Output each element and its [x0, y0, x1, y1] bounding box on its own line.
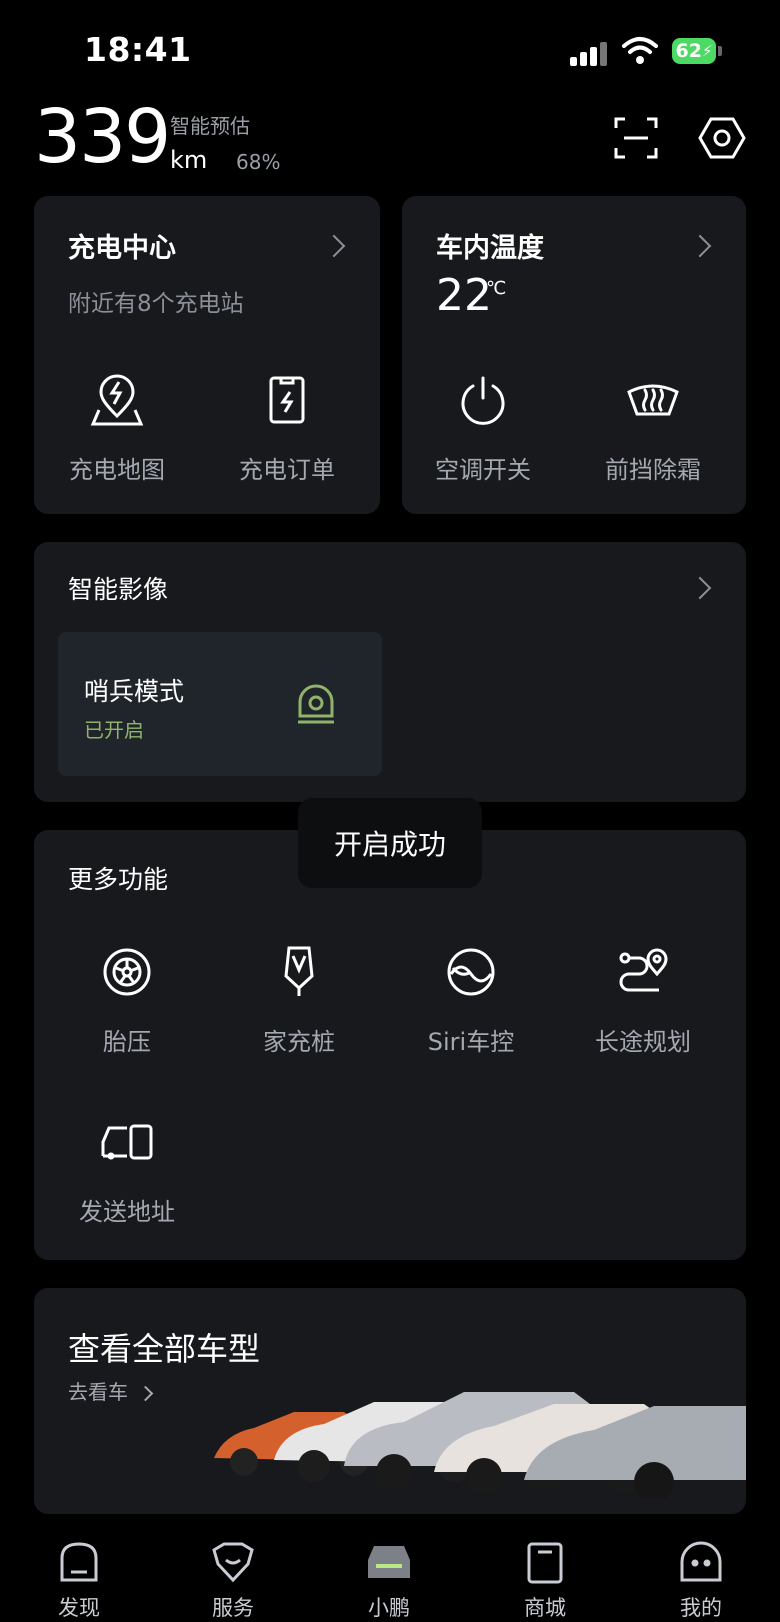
tab-service[interactable]: 服务: [178, 1520, 288, 1622]
scan-icon[interactable]: [614, 116, 658, 160]
home-charger-icon: [284, 946, 314, 996]
charging-bolt-icon: ⚡: [701, 42, 713, 60]
tab-mall[interactable]: 商城: [490, 1520, 600, 1622]
smart-imaging-title: 智能影像: [68, 575, 169, 604]
settings-icon[interactable]: [698, 114, 746, 162]
charging-map-label: 充电地图: [69, 456, 165, 484]
home-charger-label: 家充桩: [263, 1028, 335, 1056]
tab-discover[interactable]: 发现: [24, 1520, 134, 1622]
cabin-temperature-card[interactable]: 车内温度 22 ℃ 空调开关 前挡除霜: [402, 196, 746, 514]
long-trip-planning-button[interactable]: 长途规划: [558, 944, 728, 1057]
siri-control-button[interactable]: Siri车控: [386, 944, 556, 1057]
sentry-mode-title: 哨兵模式: [84, 677, 185, 706]
car-lineup-image: [214, 1392, 746, 1498]
wifi-icon: [622, 37, 658, 64]
charging-map-icon: [90, 374, 144, 426]
long-trip-planning-label: 长途规划: [595, 1028, 691, 1056]
charging-order-label: 充电订单: [239, 456, 335, 484]
chevron-right-icon: [322, 234, 346, 258]
range-estimate-label: 智能预估: [170, 114, 250, 138]
mall-icon: [527, 1542, 563, 1584]
tab-me-label: 我的: [680, 1596, 722, 1620]
battery-level: 62: [675, 40, 702, 62]
ac-power-label: 空调开关: [435, 456, 531, 484]
sentry-mode-tile[interactable]: 哨兵模式 已开启: [58, 632, 382, 776]
cellular-signal-icon: [570, 40, 608, 66]
more-features-card: 更多功能 胎压 家充桩 Siri车控 长途规划 发送地址: [34, 830, 746, 1260]
chevron-right-icon: [138, 1385, 154, 1402]
charging-order-button[interactable]: 充电订单: [212, 372, 362, 485]
all-models-card[interactable]: 查看全部车型 去看车: [34, 1288, 746, 1514]
temperature-unit: ℃: [486, 278, 507, 299]
range-unit: km: [170, 146, 208, 174]
cabin-temperature-value: 22: [436, 270, 492, 321]
tab-xpeng-label: 小鹏: [368, 1596, 410, 1620]
battery-indicator: 62 ⚡: [672, 38, 716, 64]
defrost-icon: [627, 384, 679, 416]
profile-icon: [680, 1541, 722, 1582]
sentry-camera-icon: [298, 684, 334, 724]
send-address-label: 发送地址: [79, 1198, 175, 1226]
car-icon: [368, 1546, 410, 1578]
tab-xpeng[interactable]: 小鹏: [334, 1520, 444, 1622]
siri-control-label: Siri车控: [427, 1028, 515, 1056]
more-features-title: 更多功能: [68, 865, 169, 894]
tire-pressure-label: 胎压: [103, 1028, 151, 1056]
service-icon: [212, 1542, 254, 1583]
tire-pressure-button[interactable]: 胎压: [42, 944, 212, 1057]
battery-tip: [718, 46, 722, 56]
discover-icon: [60, 1542, 98, 1582]
home-charger-button[interactable]: 家充桩: [214, 944, 384, 1057]
cabin-temperature-title: 车内温度: [436, 233, 544, 264]
chevron-right-icon: [688, 234, 712, 258]
charging-order-icon: [269, 376, 305, 424]
status-time: 18:41: [84, 30, 192, 69]
power-icon: [461, 376, 505, 425]
tab-me[interactable]: 我的: [646, 1520, 756, 1622]
charging-subtitle: 附近有8个充电站: [68, 291, 244, 317]
view-cars-label: 去看车: [68, 1380, 128, 1404]
send-to-car-icon: [101, 1124, 153, 1160]
view-cars-link[interactable]: 去看车: [68, 1376, 154, 1405]
ac-power-button[interactable]: 空调开关: [408, 372, 558, 485]
range-value: 339: [34, 94, 171, 180]
front-defrost-button[interactable]: 前挡除霜: [578, 372, 728, 485]
charging-center-card[interactable]: 充电中心 附近有8个充电站 充电地图 充电订单: [34, 196, 380, 514]
tab-service-label: 服务: [212, 1596, 254, 1620]
route-icon: [619, 948, 668, 992]
charging-center-title: 充电中心: [68, 233, 176, 264]
sentry-mode-status: 已开启: [84, 718, 144, 742]
siri-icon: [447, 948, 495, 996]
tab-discover-label: 发现: [58, 1596, 100, 1620]
chevron-right-icon: [688, 576, 712, 600]
tab-mall-label: 商城: [524, 1596, 566, 1620]
bottom-tab-bar: 发现 服务 小鹏 商城 我的: [0, 1520, 780, 1620]
send-address-button[interactable]: 发送地址: [42, 1114, 212, 1227]
tire-icon: [103, 948, 151, 996]
front-defrost-label: 前挡除霜: [605, 456, 701, 484]
charging-map-button[interactable]: 充电地图: [42, 372, 192, 485]
battery-percent: 68%: [236, 150, 281, 174]
success-toast: 开启成功: [298, 798, 482, 888]
